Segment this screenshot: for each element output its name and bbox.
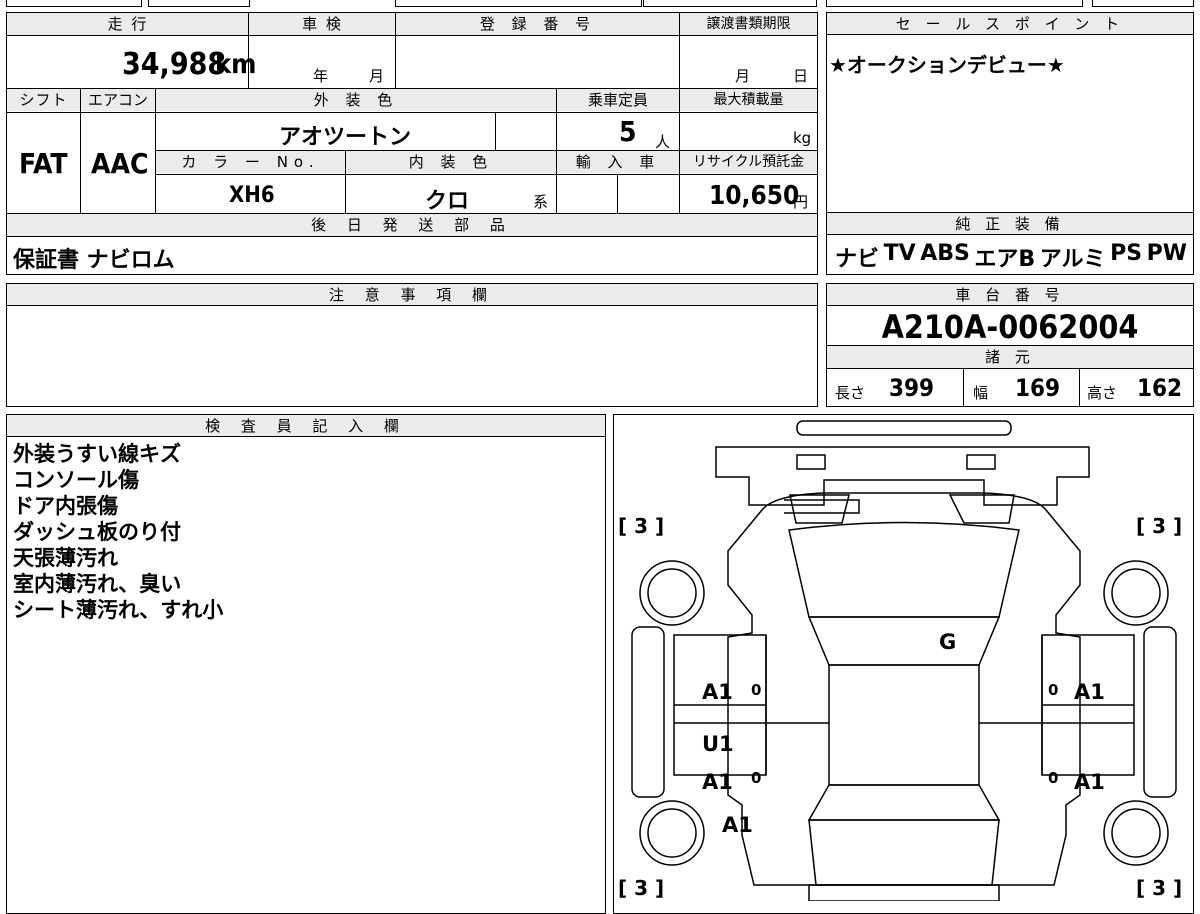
notes-panel: 注 意 事 項 欄 xyxy=(6,283,818,407)
chassis-number: A210A-0062004 xyxy=(881,308,1139,346)
left-rear-door-mark-1: U1 xyxy=(702,732,734,756)
shaken-month: 月 xyxy=(369,67,385,85)
equipment-item: エアB xyxy=(974,247,1036,272)
right-front-door-mark: A1 xyxy=(1074,680,1105,704)
equipment-item: ABS xyxy=(920,241,970,266)
mileage-header: 走 行 xyxy=(7,13,249,35)
interior-color-value: クロ xyxy=(425,189,470,214)
equipment-item: PW xyxy=(1146,241,1187,266)
tire-mark-rear-right: [ 3 ] xyxy=(1136,514,1182,538)
length-label: 長さ xyxy=(835,384,866,402)
exterior-color-value: アオツートン xyxy=(279,125,412,150)
chassis-panel: 車 台 番 号 A210A-0062004 諸 元 長さ 399 幅 169 高… xyxy=(826,283,1194,407)
tire-mark-rear-left: [ 3 ] xyxy=(618,514,664,538)
transfer-month: 月 xyxy=(735,67,751,85)
specs-header: 諸 元 xyxy=(827,345,1193,369)
inspector-note-line: ドア内張傷 xyxy=(13,494,118,518)
length-value: 399 xyxy=(889,374,935,402)
ac-value: AAC xyxy=(91,147,149,180)
right-rear-door-mark: A1 xyxy=(1074,770,1105,794)
shift-value: FAT xyxy=(19,147,68,180)
capacity-value: 5 xyxy=(619,115,637,148)
shaken-header: 車 検 xyxy=(249,13,396,35)
zero-mark: 0 xyxy=(1048,681,1058,699)
car-outline: [ 3 ] [ 3 ] [ 3 ] [ 3 ] G A1 U1 A1 A1 A1… xyxy=(618,420,1182,901)
capacity-header: 乗車定員 xyxy=(557,89,679,111)
capacity-unit: 人 xyxy=(655,133,671,151)
width-value: 169 xyxy=(1015,374,1061,402)
top-strip xyxy=(0,0,1200,8)
equipment-item: PS xyxy=(1110,241,1143,266)
inspector-header: 検 査 員 記 入 欄 xyxy=(7,415,605,437)
exterior-color-header: 外 装 色 xyxy=(156,89,556,111)
inspector-note-line: コンソール傷 xyxy=(13,468,139,492)
inspector-notes: 外装うすい線キズ コンソール傷 ドア内張傷 ダッシュ板のり付 天張薄汚れ 室内薄… xyxy=(13,441,223,623)
recycle-unit: 円 xyxy=(793,193,809,211)
chassis-header: 車 台 番 号 xyxy=(827,284,1193,306)
inspector-note-line: 室内薄汚れ、臭い xyxy=(13,572,182,596)
shift-header: シフト xyxy=(7,89,80,111)
zero-mark: 0 xyxy=(751,769,761,787)
inspector-note-line: 天張薄汚れ xyxy=(13,546,118,570)
sales-point-header: セ ー ル ス ポ イ ン ト xyxy=(827,13,1193,35)
max-load-unit: kg xyxy=(793,129,812,147)
zero-mark: 0 xyxy=(1048,769,1058,787)
inspector-panel: 検 査 員 記 入 欄 外装うすい線キズ コンソール傷 ドア内張傷 ダッシュ板の… xyxy=(6,414,606,914)
height-value: 162 xyxy=(1137,374,1183,402)
ac-header: エアコン xyxy=(81,89,155,111)
inspector-note-line: シート薄汚れ、すれ小 xyxy=(13,598,224,622)
height-label: 高さ xyxy=(1087,384,1118,402)
import-header: 輸 入 車 xyxy=(557,151,679,173)
color-no-header: カ ラ ー No. xyxy=(156,151,345,173)
mileage-value: 34,988 xyxy=(122,47,227,82)
roof-mark: G xyxy=(939,630,956,654)
transfer-deadline-header: 譲渡書類期限 xyxy=(680,13,817,35)
tire-mark-front-left: [ 3 ] xyxy=(618,876,664,900)
left-front-door-mark: A1 xyxy=(702,680,733,704)
sales-point-panel: セ ー ル ス ポ イ ン ト ★オークションデビュー★ xyxy=(826,12,1194,213)
equipment-item: ナビ xyxy=(835,247,880,272)
registration-header: 登 録 番 号 xyxy=(396,13,680,35)
recycle-deposit-header: リサイクル預託金 xyxy=(680,151,817,173)
equipment-header: 純 正 装 備 xyxy=(827,213,1193,235)
sales-point-text: ★オークションデビュー★ xyxy=(829,53,1065,77)
transfer-day: 日 xyxy=(793,67,809,85)
inspector-note-line: ダッシュ板のり付 xyxy=(13,520,181,544)
recycle-value: 10,650 xyxy=(709,181,800,211)
color-no-value: XH6 xyxy=(229,183,275,208)
equipment-item: TV xyxy=(883,241,916,266)
max-load-header: 最大積載量 xyxy=(680,89,817,111)
width-label: 幅 xyxy=(973,384,989,402)
left-rear-door-mark-2: A1 xyxy=(702,770,733,794)
equipment-item: アルミ xyxy=(1039,247,1106,272)
equipment-panel: 純 正 装 備 ナビ TV ABS エアB アルミ PS PW xyxy=(826,212,1194,275)
left-rear-fender-mark: A1 xyxy=(722,813,753,837)
vehicle-damage-diagram: [ 3 ] [ 3 ] [ 3 ] [ 3 ] G A1 U1 A1 A1 A1… xyxy=(613,414,1194,914)
mileage-unit: km xyxy=(215,49,257,80)
zero-mark: 0 xyxy=(751,681,761,699)
later-parts-header: 後 日 発 送 部 品 xyxy=(7,214,817,236)
later-parts-value: 保証書 ナビロム xyxy=(13,248,175,273)
tire-mark-front-right: [ 3 ] xyxy=(1136,876,1182,900)
interior-color-suffix: 系 xyxy=(533,193,549,211)
equipment-list: ナビ TV ABS エアB アルミ PS PW xyxy=(835,241,1187,273)
vehicle-info-panel: 走 行 車 検 登 録 番 号 譲渡書類期限 34,988 km 年 月 月 日… xyxy=(6,12,818,275)
shaken-year: 年 xyxy=(313,67,329,85)
inspector-note-line: 外装うすい線キズ xyxy=(13,442,181,466)
interior-color-header: 内 装 色 xyxy=(346,151,556,173)
notes-header: 注 意 事 項 欄 xyxy=(7,284,817,306)
